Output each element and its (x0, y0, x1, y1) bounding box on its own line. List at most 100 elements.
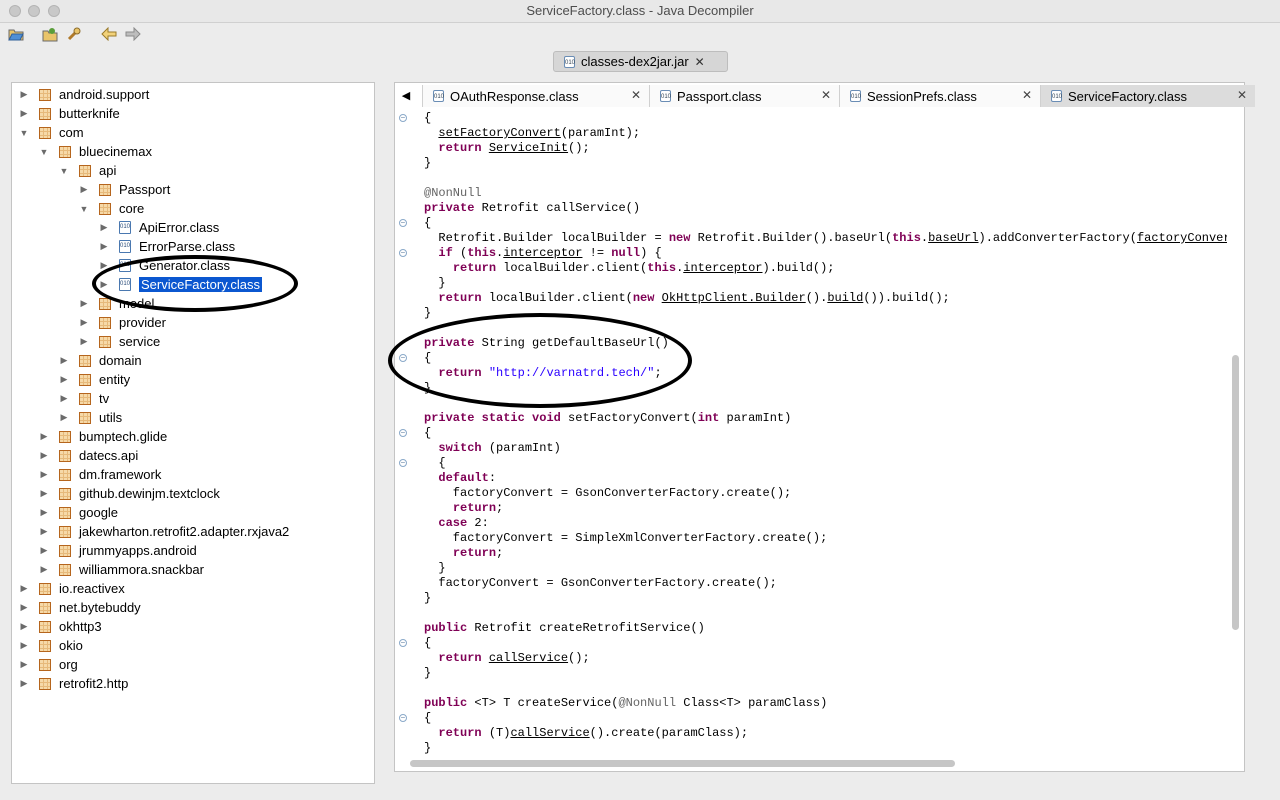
package-icon (59, 544, 71, 557)
search-icon[interactable] (65, 25, 83, 43)
archive-tab[interactable]: 010 classes-dex2jar.jar ✕ (553, 51, 728, 72)
vertical-scrollbar[interactable] (1232, 355, 1239, 630)
close-icon[interactable]: ✕ (1237, 88, 1247, 102)
tree-item[interactable]: ▶ org (18, 655, 78, 674)
fold-toggle-icon[interactable]: – (399, 429, 407, 437)
editor-tab[interactable]: 010 OAuthResponse.class ✕ (422, 85, 649, 107)
code-token: OkHttpClient.Builder (661, 291, 806, 305)
editor-tab[interactable]: 010 ServiceFactory.class ✕ (1040, 85, 1255, 107)
tree-item[interactable]: ▶ android.support (18, 85, 150, 104)
collapsed-arrow-icon[interactable]: ▶ (38, 564, 50, 575)
collapsed-arrow-icon[interactable]: ▶ (98, 241, 110, 252)
tree-item[interactable]: ▶ 010 ServiceFactory.class (98, 275, 262, 294)
tree-item[interactable]: ▶ entity (58, 370, 131, 389)
tree-item[interactable]: ▶ bumptech.glide (38, 427, 168, 446)
folder-open-icon[interactable] (7, 25, 25, 43)
fold-toggle-icon[interactable]: – (399, 459, 407, 467)
window-title: ServiceFactory.class - Java Decompiler (526, 3, 754, 18)
back-arrow-icon[interactable] (100, 25, 118, 43)
collapsed-arrow-icon[interactable]: ▶ (78, 317, 90, 328)
tree-item[interactable]: ▶ butterknife (18, 104, 120, 123)
editor-tab[interactable]: 010 Passport.class ✕ (649, 85, 839, 107)
collapsed-arrow-icon[interactable]: ▶ (38, 450, 50, 461)
tab-scroll-left-icon[interactable]: ◀ (397, 86, 415, 106)
tree-item[interactable]: ▶ okhttp3 (18, 617, 102, 636)
tree-item[interactable]: ▶ google (38, 503, 119, 522)
tree-item[interactable]: ▶ Passport (78, 180, 171, 199)
tree-item[interactable]: ▶ okio (18, 636, 83, 655)
collapsed-arrow-icon[interactable]: ▶ (18, 621, 30, 632)
horizontal-scrollbar[interactable] (410, 760, 955, 767)
tree-item[interactable]: ▶ domain (58, 351, 142, 370)
code-line: if (this.interceptor != null) { (424, 246, 661, 261)
collapsed-arrow-icon[interactable]: ▶ (38, 431, 50, 442)
collapsed-arrow-icon[interactable]: ▶ (58, 374, 70, 385)
tree-item[interactable]: ▶ 010 Generator.class (98, 256, 231, 275)
fold-toggle-icon[interactable]: – (399, 219, 407, 227)
collapsed-arrow-icon[interactable]: ▶ (18, 583, 30, 594)
editor-tab[interactable]: 010 SessionPrefs.class ✕ (839, 85, 1040, 107)
tree-item[interactable]: ▶ 010 ErrorParse.class (98, 237, 236, 256)
close-icon[interactable]: ✕ (631, 88, 641, 102)
tree-item[interactable]: ▶ jrummyapps.android (38, 541, 197, 560)
open-type-icon[interactable] (41, 25, 59, 43)
collapsed-arrow-icon[interactable]: ▶ (38, 526, 50, 537)
tree-item[interactable]: ▶ service (78, 332, 161, 351)
collapsed-arrow-icon[interactable]: ▶ (98, 222, 110, 233)
collapsed-arrow-icon[interactable]: ▶ (78, 336, 90, 347)
tree-item[interactable]: ▼ bluecinemax (38, 142, 152, 161)
collapsed-arrow-icon[interactable]: ▶ (58, 412, 70, 423)
collapsed-arrow-icon[interactable]: ▶ (38, 507, 50, 518)
expanded-arrow-icon[interactable]: ▼ (38, 147, 50, 157)
collapsed-arrow-icon[interactable]: ▶ (18, 602, 30, 613)
fold-toggle-icon[interactable]: – (399, 714, 407, 722)
close-icon[interactable]: ✕ (1022, 88, 1032, 102)
collapsed-arrow-icon[interactable]: ▶ (78, 298, 90, 309)
collapsed-arrow-icon[interactable]: ▶ (98, 279, 110, 290)
collapsed-arrow-icon[interactable]: ▶ (98, 260, 110, 271)
collapsed-arrow-icon[interactable]: ▶ (18, 678, 30, 689)
expanded-arrow-icon[interactable]: ▼ (78, 204, 90, 214)
collapsed-arrow-icon[interactable]: ▶ (38, 545, 50, 556)
tree-item[interactable]: ▶ dm.framework (38, 465, 162, 484)
expanded-arrow-icon[interactable]: ▼ (58, 166, 70, 176)
collapsed-arrow-icon[interactable]: ▶ (18, 640, 30, 651)
tree-item[interactable]: ▶ utils (58, 408, 123, 427)
collapsed-arrow-icon[interactable]: ▶ (18, 108, 30, 119)
forward-arrow-icon[interactable] (124, 25, 142, 43)
fold-toggle-icon[interactable]: – (399, 114, 407, 122)
collapsed-arrow-icon[interactable]: ▶ (58, 355, 70, 366)
decompiled-source[interactable]: { setFactoryConvert(paramInt); return Se… (424, 109, 1227, 754)
tree-item[interactable]: ▼ core (78, 199, 145, 218)
tree-item[interactable]: ▶ williammora.snackbar (38, 560, 204, 579)
collapsed-arrow-icon[interactable]: ▶ (18, 89, 30, 100)
fold-toggle-icon[interactable]: – (399, 354, 407, 362)
tree-item[interactable]: ▶ model (78, 294, 155, 313)
fold-toggle-icon[interactable]: – (399, 249, 407, 257)
tree-item[interactable]: ▶ datecs.api (38, 446, 139, 465)
collapsed-arrow-icon[interactable]: ▶ (18, 659, 30, 670)
tree-item[interactable]: ▶ retrofit2.http (18, 674, 129, 693)
fold-toggle-icon[interactable]: – (399, 639, 407, 647)
expanded-arrow-icon[interactable]: ▼ (18, 128, 30, 138)
code-token: return (452, 261, 497, 275)
tree-item[interactable]: ▶ jakewharton.retrofit2.adapter.rxjava2 (38, 522, 290, 541)
tree-item[interactable]: ▼ com (18, 123, 84, 142)
close-icon[interactable]: ✕ (821, 88, 831, 102)
tree-item[interactable]: ▶ 010 ApiError.class (98, 218, 220, 237)
tree-item[interactable]: ▼ api (58, 161, 117, 180)
collapsed-arrow-icon[interactable]: ▶ (58, 393, 70, 404)
close-icon[interactable]: ✕ (695, 55, 705, 69)
tree-item[interactable]: ▶ github.dewinjm.textclock (38, 484, 220, 503)
tree-item[interactable]: ▶ provider (78, 313, 166, 332)
package-icon (59, 487, 71, 500)
tree-item[interactable]: ▶ tv (58, 389, 110, 408)
package-tree[interactable]: ▶ android.support ▶ butterknife ▼ com ▼ bluecin… (11, 82, 375, 784)
code-token: Retrofit callService() (474, 201, 641, 215)
collapsed-arrow-icon[interactable]: ▶ (78, 184, 90, 195)
tree-item[interactable]: ▶ io.reactivex (18, 579, 125, 598)
collapsed-arrow-icon[interactable]: ▶ (38, 469, 50, 480)
collapsed-arrow-icon[interactable]: ▶ (38, 488, 50, 499)
tree-item[interactable]: ▶ net.bytebuddy (18, 598, 141, 617)
